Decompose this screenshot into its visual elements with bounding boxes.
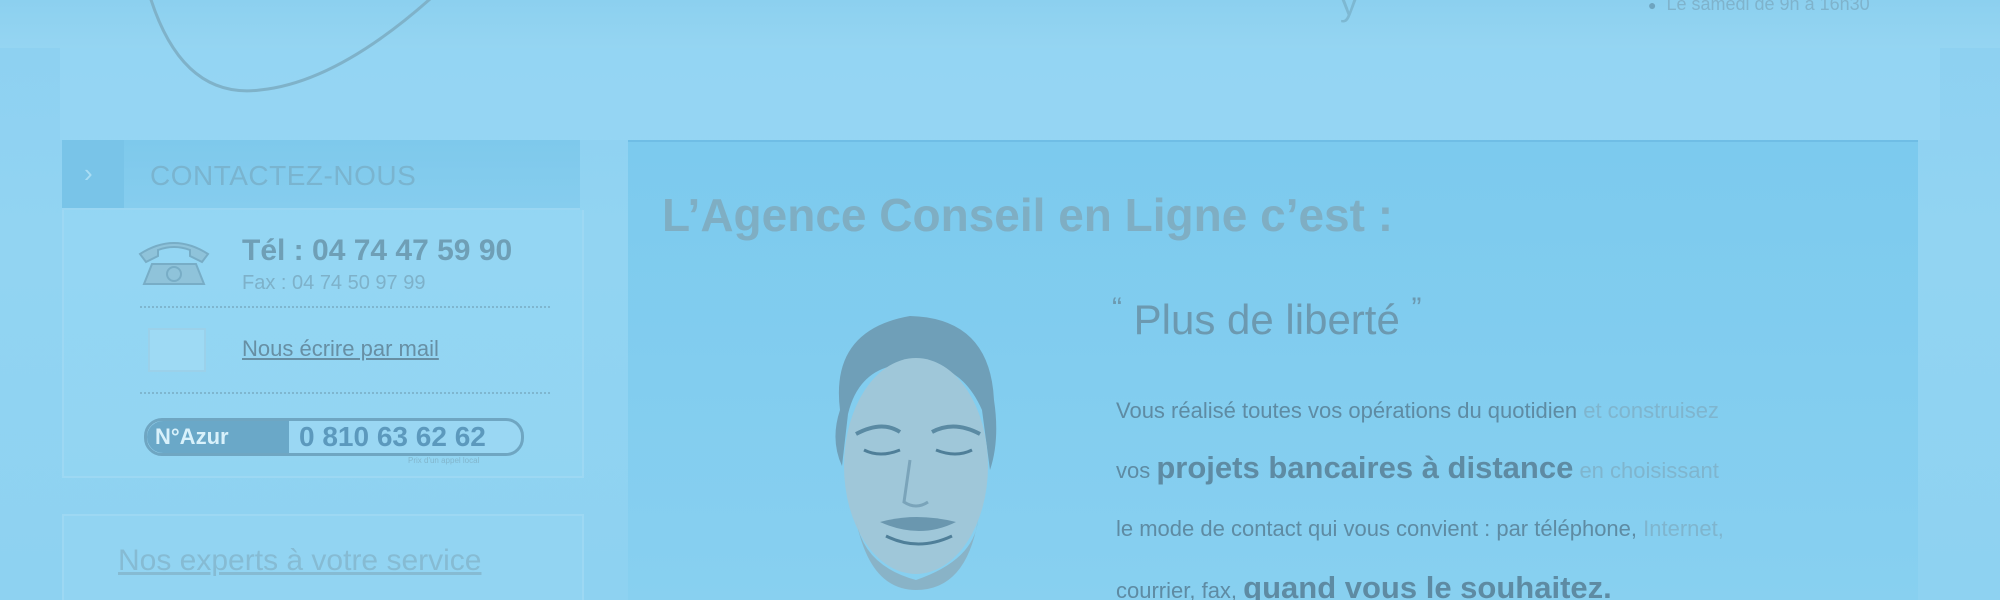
azur-number: 0 810 63 62 62: [299, 421, 486, 452]
hours-text: Le samedi de 9h à 16h30: [1666, 0, 1870, 14]
experts-link[interactable]: Nos experts à votre service: [118, 544, 481, 578]
paragraph-line: vos projets bancaires à distance en choi…: [1116, 450, 1719, 485]
advisor-portrait: [835, 316, 997, 590]
divider: [140, 392, 550, 394]
paragraph-line: Vous réalisé toutes vos opérations du qu…: [1116, 398, 1719, 423]
logo-swoosh: [149, 0, 432, 93]
opening-hours: ● Le samedi de 9h à 16h30: [1648, 0, 1870, 15]
paragraph-line: le mode de contact qui vous convient : p…: [1116, 516, 1724, 541]
quote-title: “ Plus de liberté ”: [1112, 292, 1422, 343]
paragraph-line: courrier, fax, quand vous le souhaitez.: [1116, 570, 1612, 600]
mail-icon: [148, 328, 206, 372]
fax-number: Fax : 04 74 50 97 99: [242, 272, 426, 294]
telephone-number[interactable]: Tél : 04 74 47 59 90: [242, 234, 512, 268]
contact-title: CONTACTEZ-NOUS: [150, 160, 417, 191]
azur-subtext: Prix d'un appel local: [408, 456, 480, 465]
phone-icon: [138, 242, 210, 285]
arrow-icon: ›: [62, 140, 124, 208]
header-partial-text: y: [1340, 0, 1358, 23]
page-title: L’Agence Conseil en Ligne c’est :: [662, 189, 1394, 241]
azur-number-badge[interactable]: N°Azur 0 810 63 62 62: [144, 418, 524, 456]
azur-label: N°Azur: [147, 421, 289, 453]
divider: [140, 306, 550, 308]
email-link[interactable]: Nous écrire par mail: [242, 336, 439, 362]
bullet-icon: ●: [1648, 0, 1657, 13]
contact-header[interactable]: › CONTACTEZ-NOUS: [62, 140, 580, 210]
